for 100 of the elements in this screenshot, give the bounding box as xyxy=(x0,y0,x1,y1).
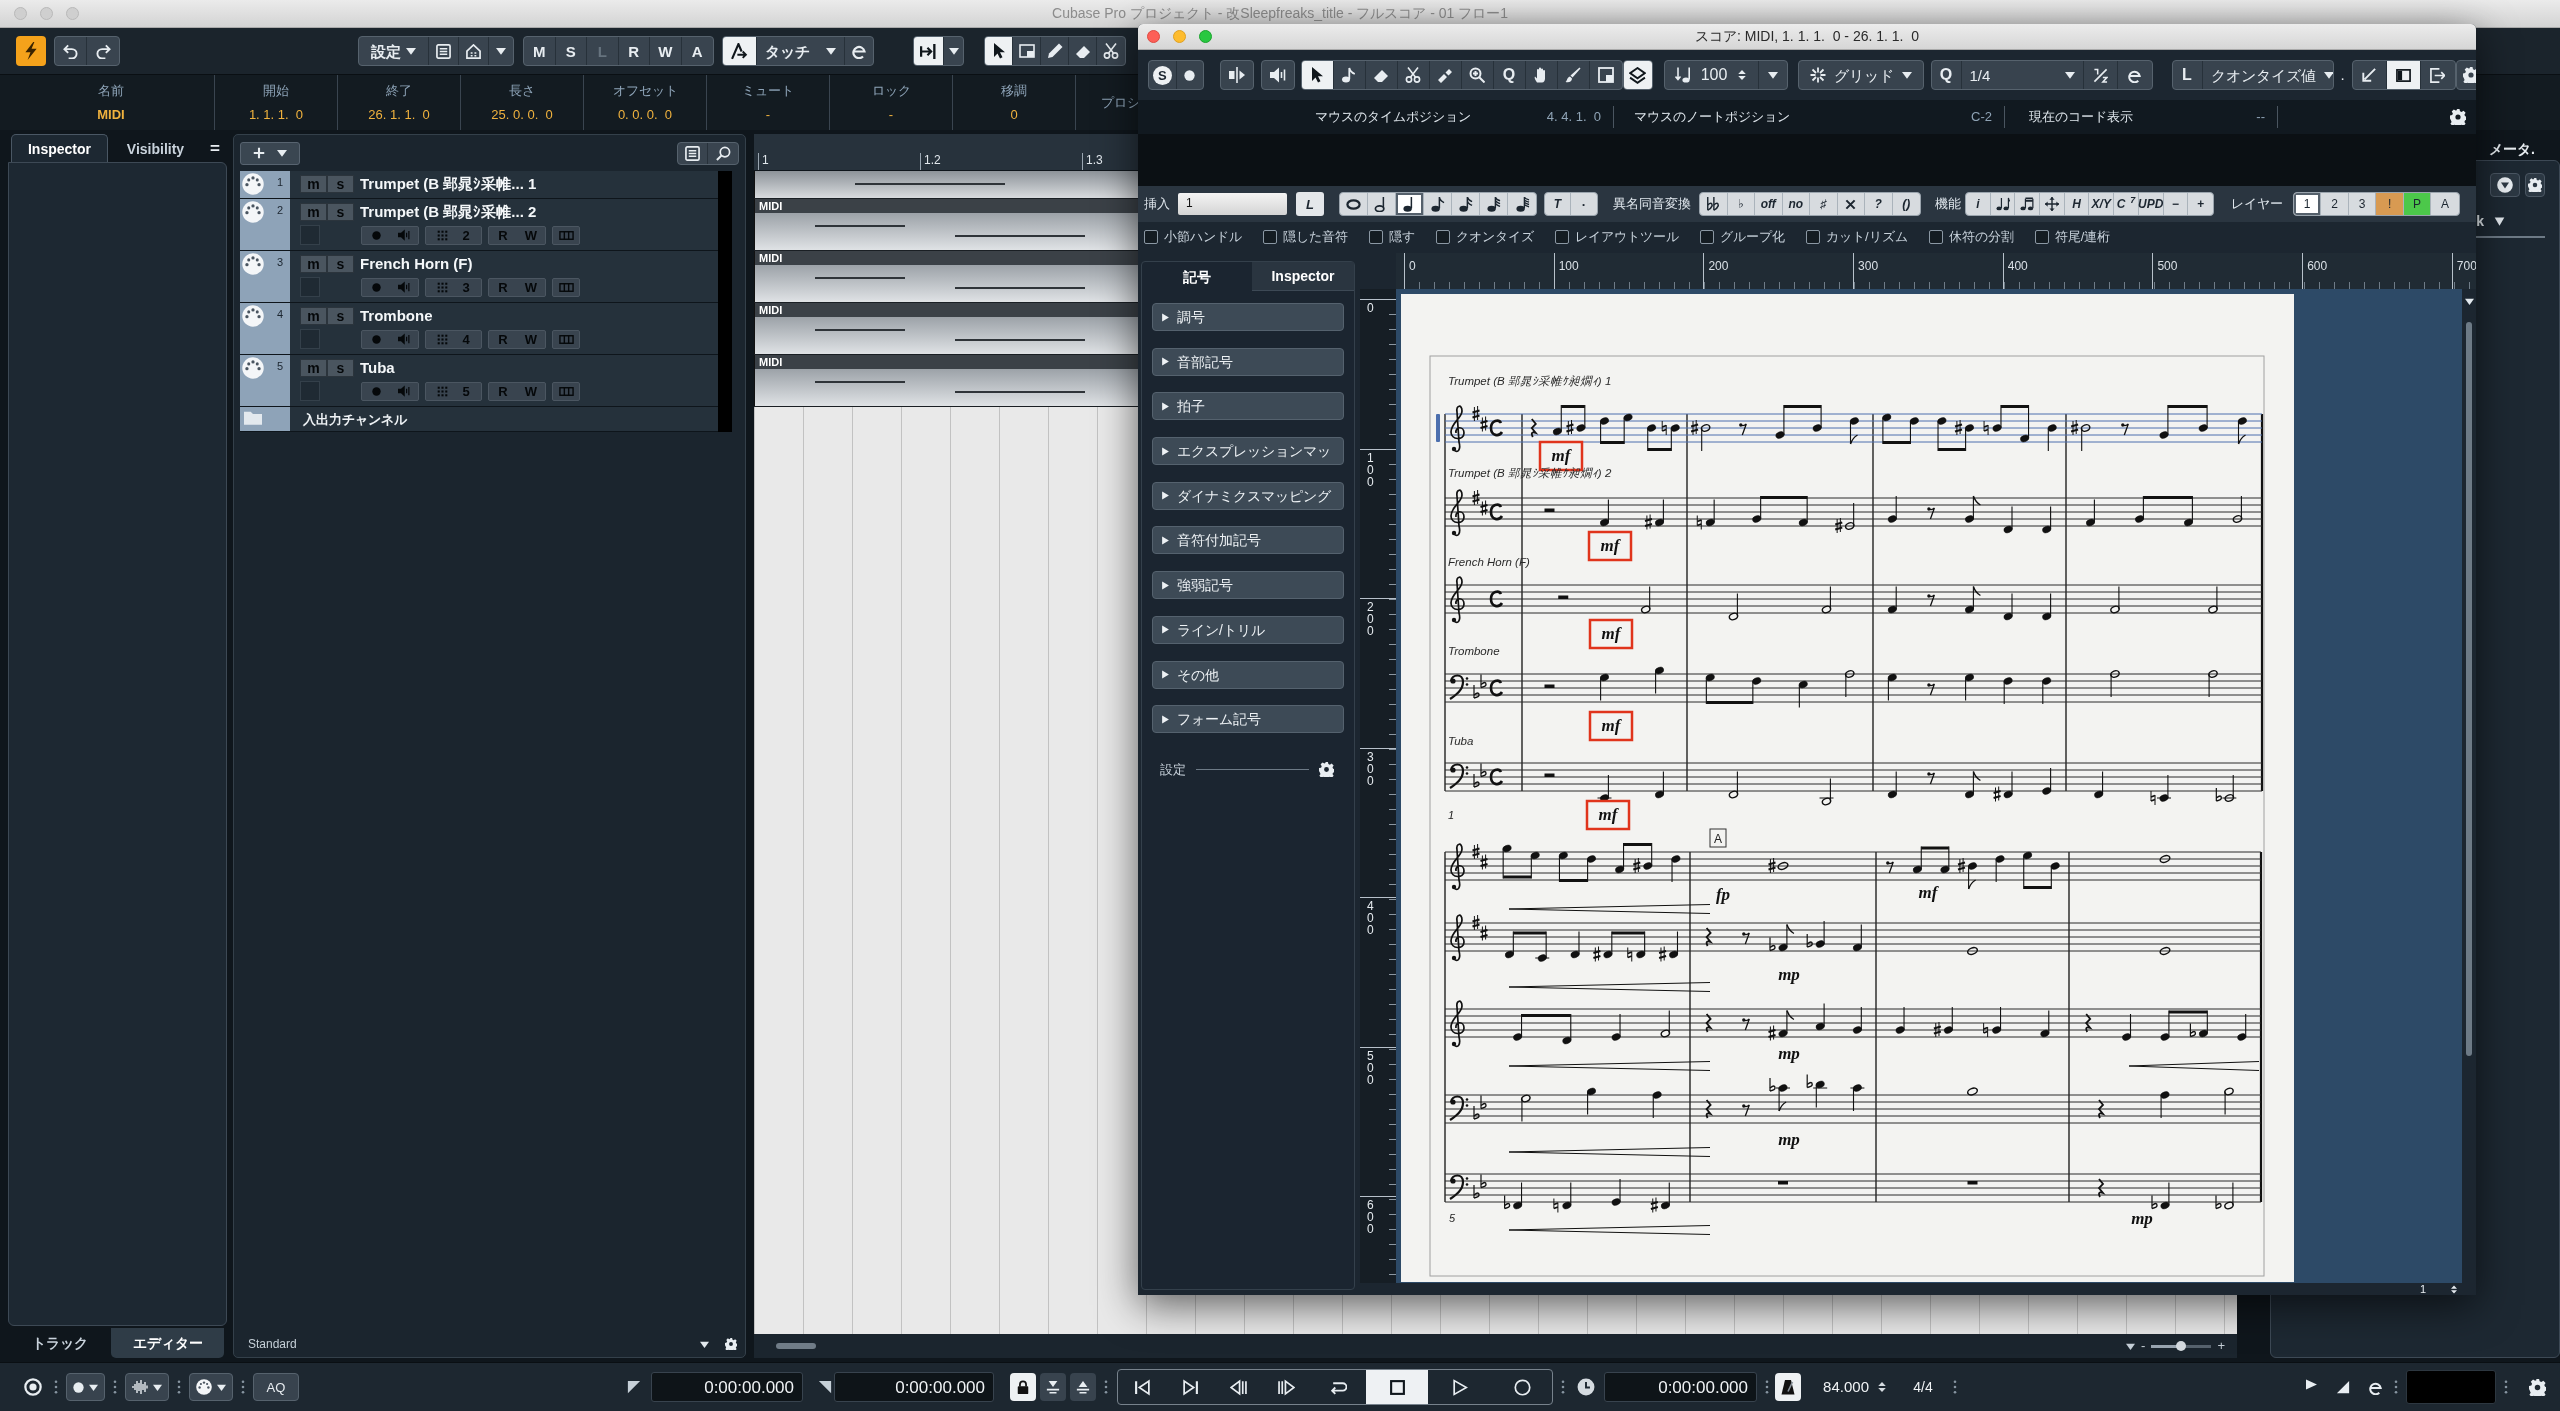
music-staff[interactable] xyxy=(1444,914,2262,962)
lightning-button[interactable] xyxy=(16,36,46,66)
enharmonic-button[interactable]: no xyxy=(1782,193,1810,215)
voice-field[interactable]: 1 xyxy=(1178,193,1287,215)
section-header[interactable]: 拍子 xyxy=(1152,392,1344,421)
track-row[interactable]: 4 m s Trombone 4 R W xyxy=(240,303,718,355)
field-value[interactable]: 1. 1. 1. 0 xyxy=(248,107,304,122)
enharmonic-button[interactable]: ♯ xyxy=(1810,193,1838,215)
lock-button[interactable]: L xyxy=(1296,192,1324,216)
section-header[interactable]: 調号 xyxy=(1152,303,1344,331)
track-row[interactable]: 3 m s French Horn (F) 3 R W xyxy=(240,251,718,303)
window-control-button[interactable] xyxy=(1147,30,1160,43)
record-dropdown[interactable] xyxy=(66,1373,105,1401)
music-staff[interactable] xyxy=(1444,1173,2262,1213)
panel-button[interactable] xyxy=(2386,61,2421,89)
dropdown-button[interactable] xyxy=(2490,173,2520,197)
midi-part[interactable] xyxy=(754,171,1138,198)
music-staff[interactable] xyxy=(1444,576,2263,624)
lock-button[interactable] xyxy=(1010,1373,1036,1401)
automation-mode-dropdown[interactable]: タッチ xyxy=(757,37,845,65)
music-staff[interactable] xyxy=(1444,1073,2262,1124)
mode-button[interactable]: S xyxy=(555,37,587,65)
music-staff[interactable] xyxy=(1444,1000,2262,1048)
enharmonic-button[interactable]: ♭ xyxy=(1727,193,1755,215)
enharmonic-button[interactable]: ? xyxy=(1865,193,1893,215)
midi-part[interactable]: MIDI xyxy=(754,251,1138,302)
socket-dropdown[interactable] xyxy=(189,1373,233,1401)
layers-button[interactable] xyxy=(1623,61,1652,89)
settings-button[interactable] xyxy=(725,1338,737,1350)
text-tool-button[interactable]: T xyxy=(1545,193,1571,215)
layer-button[interactable]: P xyxy=(2403,193,2432,215)
snap-button[interactable] xyxy=(914,37,944,65)
function-button[interactable]: i xyxy=(1966,193,1991,215)
panel-tab[interactable]: Inspector xyxy=(11,134,108,162)
field-value[interactable]: 0 xyxy=(1010,107,1018,122)
panel-tab[interactable]: Inspector xyxy=(1252,262,1354,291)
settings-button[interactable] xyxy=(2525,173,2545,197)
music-staff[interactable] xyxy=(1444,667,2263,709)
midi-part[interactable]: MIDI xyxy=(754,303,1138,354)
field-value[interactable]: 26. 1. 1. 0 xyxy=(368,107,430,122)
velocity-field[interactable]: 100 xyxy=(1664,61,1759,89)
section-header[interactable]: 音部記号 xyxy=(1152,347,1344,376)
down-button[interactable] xyxy=(1040,1373,1066,1401)
enharmonic-button[interactable]: off xyxy=(1755,193,1783,215)
add-track-button[interactable] xyxy=(240,141,300,165)
function-button[interactable]: C$^{7}$ xyxy=(2114,193,2139,215)
mode-button[interactable]: M xyxy=(524,37,556,65)
tool-button[interactable] xyxy=(985,37,1013,65)
scrollbar-thumb[interactable] xyxy=(776,1343,816,1349)
vertical-scrollbar[interactable] xyxy=(2462,289,2476,1283)
settings-button[interactable] xyxy=(2526,1376,2548,1398)
layer-button[interactable]: ! xyxy=(2376,193,2404,215)
zoom-out-label[interactable]: - xyxy=(2141,1338,2146,1354)
transport-button[interactable] xyxy=(1366,1370,1428,1404)
automation-button[interactable] xyxy=(723,37,757,65)
layer-button[interactable]: 1 xyxy=(2293,193,2322,215)
time-display[interactable]: 0:00:00.000 xyxy=(651,1372,803,1402)
signature-display[interactable]: 4/4 xyxy=(1901,1378,1945,1396)
panel-tab[interactable]: Visibility xyxy=(108,134,203,162)
checkbox[interactable] xyxy=(1928,230,1943,244)
enharmonic-button[interactable]: () xyxy=(1892,193,1920,215)
music-staff[interactable] xyxy=(1444,489,2263,537)
metronome-button[interactable] xyxy=(1775,1373,1801,1401)
track-row[interactable]: 2 m s Trumpet (B 郢晁ｼ采帷... 2 2 R W xyxy=(240,199,718,251)
tool-button[interactable]: Q xyxy=(1493,61,1526,89)
dot-button[interactable]: · xyxy=(1571,193,1597,215)
note-value-button[interactable] xyxy=(1396,193,1424,215)
window-control-button[interactable] xyxy=(1199,30,1212,43)
section-header[interactable]: エクスプレッションマッ xyxy=(1152,437,1344,466)
section-header[interactable]: ライン/トリル xyxy=(1152,615,1344,644)
checkbox[interactable] xyxy=(2034,230,2049,244)
zone-tab[interactable]: エディター xyxy=(111,1328,224,1358)
mode-button[interactable]: W xyxy=(650,37,682,65)
section-header[interactable]: 強弱記号 xyxy=(1152,571,1344,600)
panel-tab[interactable]: 記号 xyxy=(1142,262,1252,291)
function-button[interactable]: H xyxy=(2064,193,2090,215)
function-button[interactable]: − xyxy=(2163,193,2189,215)
section-header[interactable]: フォーム記号 xyxy=(1152,705,1344,734)
grid-dropdown[interactable]: グリッド xyxy=(1798,61,1923,89)
layer-button[interactable]: A xyxy=(2431,193,2459,215)
music-staff[interactable] xyxy=(1444,762,2263,806)
field-value[interactable]: 25. 0. 0. 0 xyxy=(491,107,553,122)
checkbox[interactable] xyxy=(1436,230,1450,244)
quantize-dropdown[interactable]: 1/4 xyxy=(1961,61,2084,89)
section-header[interactable]: 音符付加記号 xyxy=(1152,526,1344,555)
section-header[interactable]: その他 xyxy=(1152,660,1344,689)
field-value[interactable]: - xyxy=(765,107,771,122)
zone-tab[interactable]: トラック xyxy=(8,1328,111,1358)
length-dropdown[interactable]: クオンタイズ値 xyxy=(2202,61,2333,89)
zoom-slider[interactable] xyxy=(2151,1344,2212,1348)
up-button[interactable] xyxy=(1070,1373,1096,1401)
checkbox[interactable] xyxy=(1555,230,1569,244)
track-row[interactable]: 5 m s Tuba 5 R W xyxy=(240,355,718,407)
section-header[interactable]: ダイナミクスマッピング xyxy=(1152,481,1344,510)
waveform-dropdown[interactable] xyxy=(125,1373,169,1401)
field-value[interactable]: - xyxy=(888,107,894,122)
time-display[interactable]: 0:00:00.000 xyxy=(1604,1372,1757,1402)
function-button[interactable]: UPD xyxy=(2138,193,2164,215)
length-button[interactable]: L xyxy=(2172,61,2203,89)
tempo-display[interactable]: 84.000 xyxy=(1809,1378,1869,1396)
